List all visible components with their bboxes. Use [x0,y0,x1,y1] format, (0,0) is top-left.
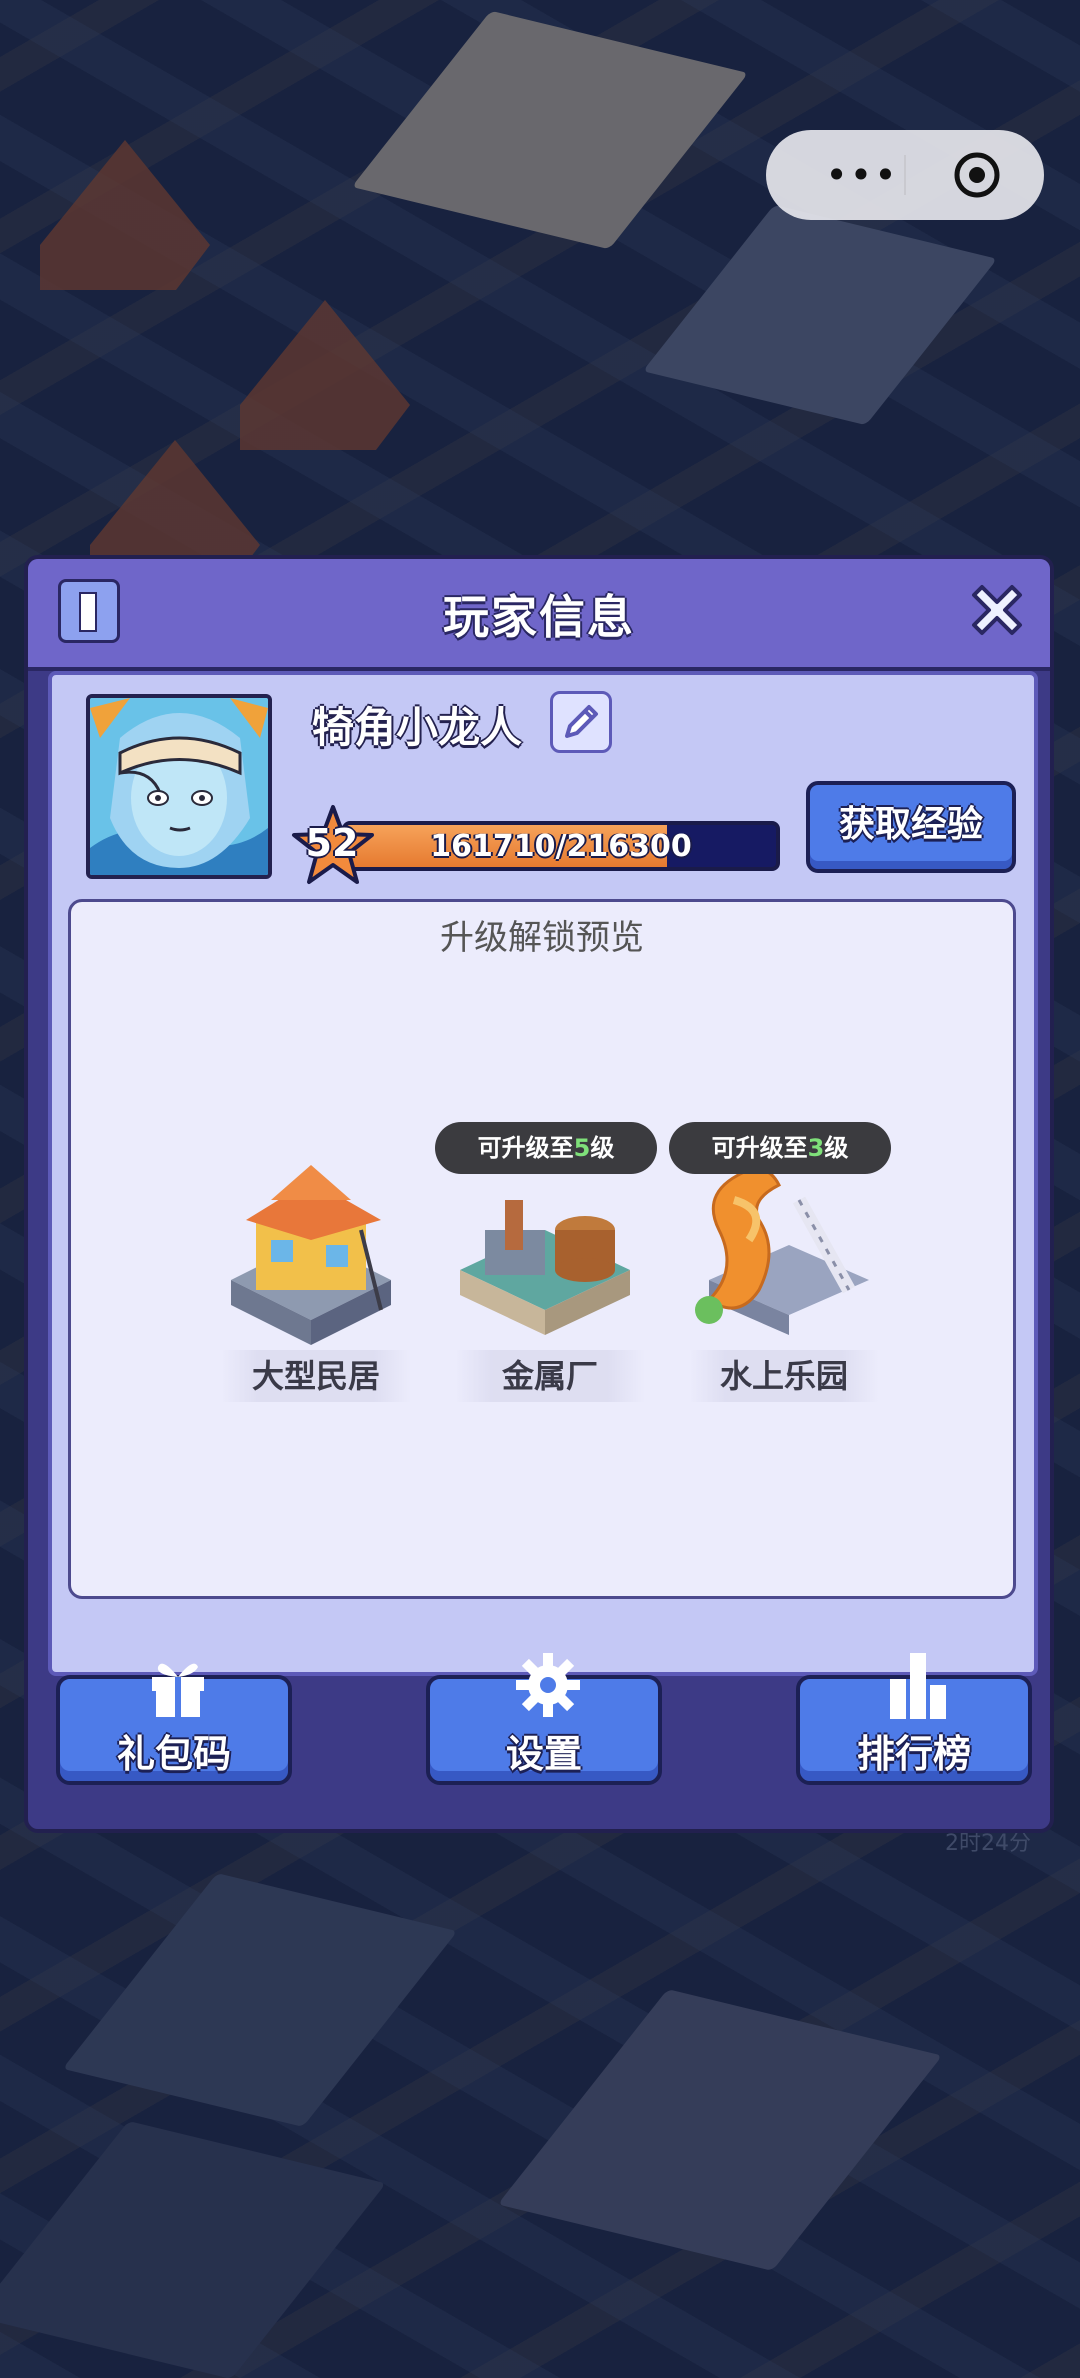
player-info-dialog: 玩家信息 犄角小龙人 161710/216300 52 获取经验 升级解锁预览 … [24,555,1054,1833]
bar-chart-icon [890,1653,946,1719]
player-level: 52 [305,821,359,865]
building-name: 大型民居 [221,1350,411,1402]
preview-title: 升级解锁预览 [440,918,644,958]
player-name: 犄角小龙人 [312,703,523,752]
settings-button[interactable]: 设置 [426,1653,662,1785]
pencil-icon[interactable] [550,691,612,753]
building-card[interactable]: 大型民居 [201,1160,421,1420]
leaderboard-label: 排行榜 [856,1732,971,1776]
building-name: 水上乐园 [689,1350,879,1402]
more-dots-icon[interactable]: ••• [812,130,912,220]
gear-icon [516,1653,580,1717]
avatar[interactable] [86,694,272,879]
get-exp-label: 获取经验 [838,804,983,845]
dialog-title: 玩家信息 [443,590,635,644]
settings-label: 设置 [505,1732,582,1776]
building-card[interactable]: 可升级至5级 金属厂 [435,1122,657,1420]
gift-icon [152,1663,204,1717]
miniprogram-capsule: ••• [766,130,1044,220]
xp-progress-bar: 161710/216300 [342,821,780,871]
gift-code-button[interactable]: 礼包码 [56,1663,292,1785]
waterpark-building-icon [695,1167,869,1335]
gift-code-label: 礼包码 [116,1732,231,1776]
close-icon[interactable] [962,575,1032,645]
house-building-icon [231,1165,391,1345]
factory-building-icon [460,1200,630,1335]
upgrade-badge: 可升级至3级 [669,1122,891,1174]
building-name: 金属厂 [455,1350,645,1402]
leaderboard-button[interactable]: 排行榜 [796,1653,1032,1785]
get-exp-button[interactable]: 获取经验 [806,781,1016,873]
dialog-header: 玩家信息 [28,559,1050,671]
target-icon[interactable] [950,148,1004,202]
building-card[interactable]: 可升级至3级 水上乐园 [669,1122,891,1420]
xp-text: 161710/216300 [430,829,692,864]
unlock-preview-panel: 升级解锁预览 大型民居 可升级至5级 金属厂 可升级至3级 水上乐园 [68,899,1016,1599]
capsule-divider [904,155,906,195]
upgrade-badge: 可升级至5级 [435,1122,657,1174]
